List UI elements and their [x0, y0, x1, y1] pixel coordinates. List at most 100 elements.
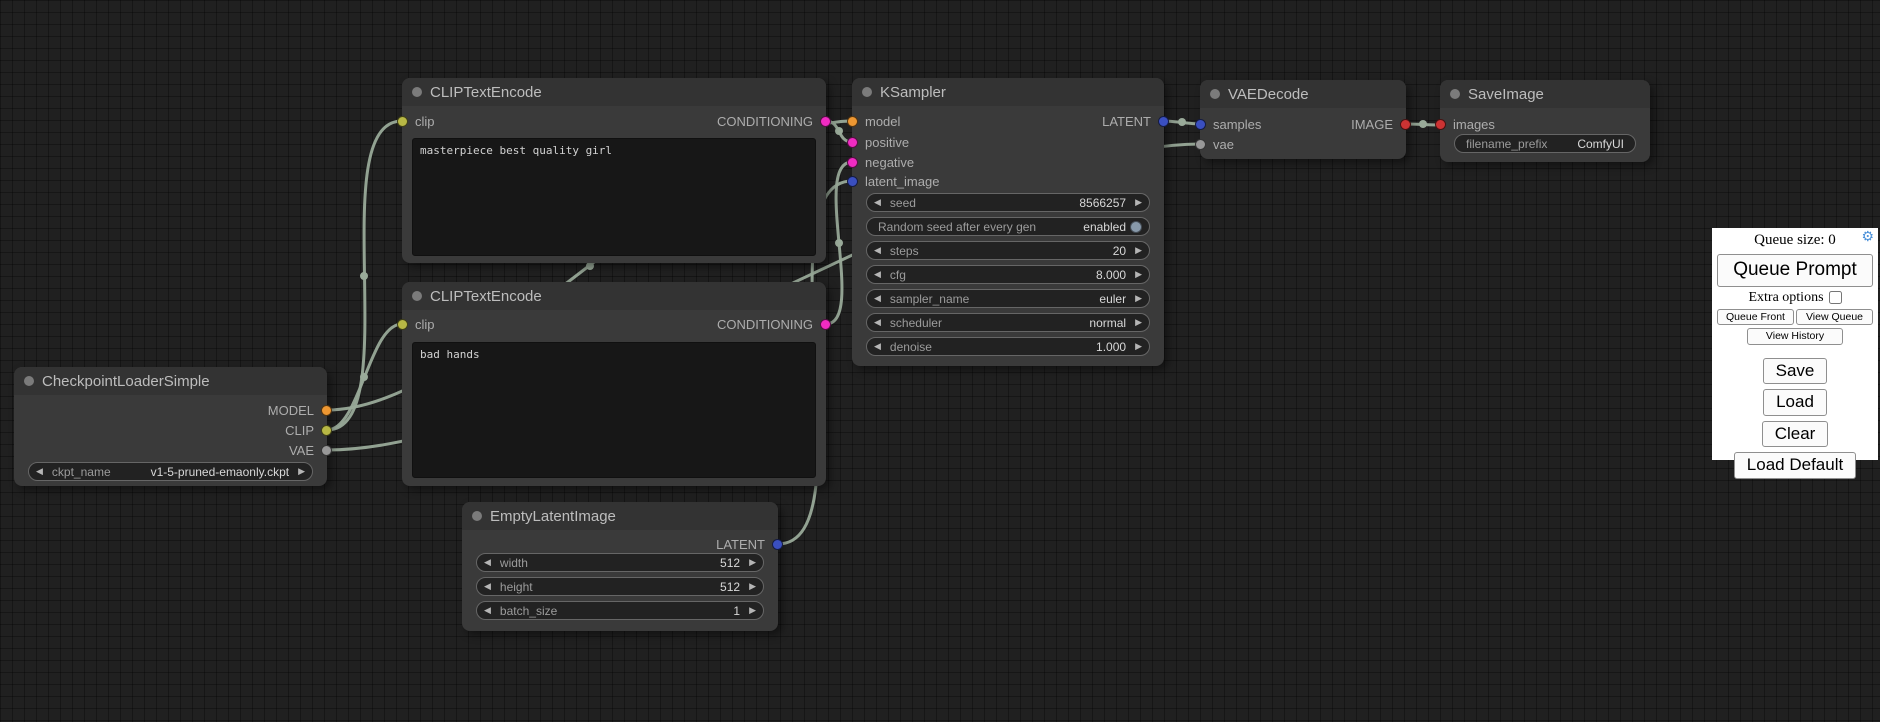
widget-filename-prefix[interactable]: filename_prefix ComfyUI	[1454, 134, 1636, 153]
right-arrow-icon[interactable]: ▶	[1135, 270, 1142, 279]
output-slot-conditioning[interactable]: CONDITIONING	[717, 316, 831, 332]
node-clip-text-encode-negative[interactable]: CLIPTextEncode clip CONDITIONING bad han…	[402, 282, 826, 486]
load-default-button[interactable]: Load Default	[1734, 452, 1856, 478]
node-title-bar[interactable]: CLIPTextEncode	[402, 282, 826, 310]
widget-ckpt-name[interactable]: ◀ ckpt_name v1-5-pruned-emaonly.ckpt ▶	[28, 462, 313, 481]
input-slot-clip[interactable]: clip	[397, 113, 435, 129]
queue-front-button[interactable]: Queue Front	[1717, 309, 1794, 326]
node-save-image[interactable]: SaveImage images filename_prefix ComfyUI	[1440, 80, 1650, 162]
left-arrow-icon[interactable]: ◀	[484, 606, 491, 615]
node-clip-text-encode-positive[interactable]: CLIPTextEncode clip CONDITIONING masterp…	[402, 78, 826, 263]
latent-slot-dot[interactable]	[1195, 119, 1206, 130]
node-collapse-dot-icon[interactable]	[412, 87, 422, 97]
right-arrow-icon[interactable]: ▶	[1135, 342, 1142, 351]
input-slot-clip[interactable]: clip	[397, 316, 435, 332]
output-slot-latent[interactable]: LATENT	[1102, 113, 1169, 129]
right-arrow-icon[interactable]: ▶	[1135, 198, 1142, 207]
conditioning-slot-dot[interactable]	[820, 319, 831, 330]
settings-gear-icon[interactable]: ⚙	[1861, 231, 1874, 245]
left-arrow-icon[interactable]: ◀	[484, 582, 491, 591]
node-title-bar[interactable]: VAEDecode	[1200, 80, 1406, 108]
input-slot-positive[interactable]: positive	[847, 134, 909, 150]
widget-width[interactable]: ◀ width 512 ▶	[476, 553, 764, 572]
node-ksampler[interactable]: KSampler model positive negative latent_…	[852, 78, 1164, 366]
view-history-button[interactable]: View History	[1747, 328, 1844, 345]
queue-prompt-button[interactable]: Queue Prompt	[1717, 254, 1873, 287]
right-arrow-icon[interactable]: ▶	[1135, 246, 1142, 255]
conditioning-slot-dot[interactable]	[847, 157, 858, 168]
latent-slot-dot[interactable]	[847, 176, 858, 187]
widget-sampler-name[interactable]: ◀ sampler_name euler ▶	[866, 289, 1150, 308]
input-slot-images[interactable]: images	[1435, 116, 1495, 132]
node-title-bar[interactable]: SaveImage	[1440, 80, 1650, 108]
right-arrow-icon[interactable]: ▶	[1135, 294, 1142, 303]
image-slot-dot[interactable]	[1435, 119, 1446, 130]
left-arrow-icon[interactable]: ◀	[36, 467, 43, 476]
model-slot-dot[interactable]	[847, 116, 858, 127]
input-slot-samples[interactable]: samples	[1195, 116, 1261, 132]
widget-batch-size[interactable]: ◀ batch_size 1 ▶	[476, 601, 764, 620]
output-slot-model[interactable]: MODEL	[268, 402, 332, 418]
output-slot-vae[interactable]: VAE	[289, 442, 332, 458]
widget-height[interactable]: ◀ height 512 ▶	[476, 577, 764, 596]
output-slot-clip[interactable]: CLIP	[285, 422, 332, 438]
latent-slot-dot[interactable]	[772, 539, 783, 550]
conditioning-slot-dot[interactable]	[847, 137, 858, 148]
left-arrow-icon[interactable]: ◀	[874, 318, 881, 327]
right-arrow-icon[interactable]: ▶	[749, 582, 756, 591]
load-button[interactable]: Load	[1763, 389, 1827, 415]
output-slot-latent[interactable]: LATENT	[716, 536, 783, 552]
widget-seed[interactable]: ◀ seed 8566257 ▶	[866, 193, 1150, 212]
input-slot-latent-image[interactable]: latent_image	[847, 173, 939, 189]
conditioning-slot-dot[interactable]	[820, 116, 831, 127]
input-slot-vae[interactable]: vae	[1195, 136, 1234, 152]
model-slot-dot[interactable]	[321, 405, 332, 416]
node-collapse-dot-icon[interactable]	[1210, 89, 1220, 99]
clear-button[interactable]: Clear	[1762, 421, 1829, 447]
toggle-on-dot-icon[interactable]	[1130, 221, 1142, 233]
clip-slot-dot[interactable]	[397, 116, 408, 127]
node-title-bar[interactable]: CheckpointLoaderSimple	[14, 367, 327, 395]
negative-prompt-textarea[interactable]: bad hands	[412, 342, 816, 478]
node-empty-latent-image[interactable]: EmptyLatentImage LATENT ◀ width 512 ▶ ◀ …	[462, 502, 778, 631]
right-arrow-icon[interactable]: ▶	[1135, 318, 1142, 327]
left-arrow-icon[interactable]: ◀	[874, 294, 881, 303]
right-arrow-icon[interactable]: ▶	[749, 606, 756, 615]
widget-steps[interactable]: ◀ steps 20 ▶	[866, 241, 1150, 260]
widget-scheduler[interactable]: ◀ scheduler normal ▶	[866, 313, 1150, 332]
output-slot-image[interactable]: IMAGE	[1351, 116, 1411, 132]
left-arrow-icon[interactable]: ◀	[874, 246, 881, 255]
widget-cfg[interactable]: ◀ cfg 8.000 ▶	[866, 265, 1150, 284]
left-arrow-icon[interactable]: ◀	[874, 270, 881, 279]
node-title-bar[interactable]: KSampler	[852, 78, 1164, 106]
input-slot-negative[interactable]: negative	[847, 154, 914, 170]
node-title-bar[interactable]: CLIPTextEncode	[402, 78, 826, 106]
node-collapse-dot-icon[interactable]	[862, 87, 872, 97]
widget-random-seed-toggle[interactable]: Random seed after every gen enabled	[866, 217, 1150, 236]
node-checkpoint-loader[interactable]: CheckpointLoaderSimple MODEL CLIP VAE ◀ …	[14, 367, 327, 486]
left-arrow-icon[interactable]: ◀	[484, 558, 491, 567]
positive-prompt-textarea[interactable]: masterpiece best quality girl	[412, 138, 816, 256]
node-collapse-dot-icon[interactable]	[1450, 89, 1460, 99]
node-collapse-dot-icon[interactable]	[412, 291, 422, 301]
right-arrow-icon[interactable]: ▶	[749, 558, 756, 567]
view-queue-button[interactable]: View Queue	[1796, 309, 1873, 326]
widget-denoise[interactable]: ◀ denoise 1.000 ▶	[866, 337, 1150, 356]
node-title-bar[interactable]: EmptyLatentImage	[462, 502, 778, 530]
node-collapse-dot-icon[interactable]	[472, 511, 482, 521]
save-button[interactable]: Save	[1763, 358, 1828, 384]
vae-slot-dot[interactable]	[321, 445, 332, 456]
left-arrow-icon[interactable]: ◀	[874, 198, 881, 207]
input-slot-model[interactable]: model	[847, 113, 900, 129]
latent-slot-dot[interactable]	[1158, 116, 1169, 127]
clip-slot-dot[interactable]	[321, 425, 332, 436]
node-vae-decode[interactable]: VAEDecode samples vae IMAGE	[1200, 80, 1406, 159]
output-slot-conditioning[interactable]: CONDITIONING	[717, 113, 831, 129]
left-arrow-icon[interactable]: ◀	[874, 342, 881, 351]
vae-slot-dot[interactable]	[1195, 139, 1206, 150]
extra-options-checkbox[interactable]	[1829, 291, 1842, 304]
node-collapse-dot-icon[interactable]	[24, 376, 34, 386]
graph-canvas[interactable]: CheckpointLoaderSimple MODEL CLIP VAE ◀ …	[0, 0, 1880, 722]
clip-slot-dot[interactable]	[397, 319, 408, 330]
right-arrow-icon[interactable]: ▶	[298, 467, 305, 476]
